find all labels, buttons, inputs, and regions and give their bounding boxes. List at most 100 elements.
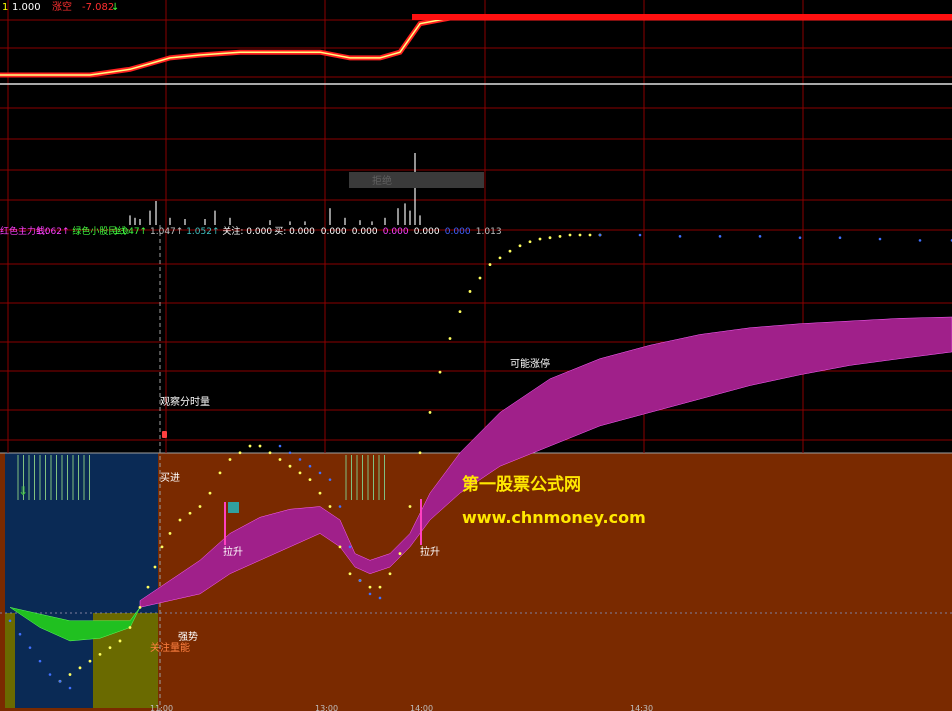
blue-dot [378,596,382,600]
yellow-dot [498,256,502,260]
x-tick-label: 13:00 [315,704,338,711]
yellow-dot [448,337,452,340]
yellow-dot [146,585,150,589]
top-label-prefix: 1 [2,2,8,13]
header-item: 0.000 [445,227,471,237]
yellow-dot [178,518,182,522]
yellow-dot [528,240,532,244]
blue-dot [328,478,332,481]
yellow-dot [298,471,302,475]
header-item: 1.047↑ [150,227,183,237]
top-label-value2: -7.082 [82,2,114,13]
watermark-url: www.chnmoney.com [462,508,646,527]
yellow-dot [558,234,562,238]
yellow-dot [118,639,122,643]
annotation-pull-up-1: 拉升 [223,545,243,558]
yellow-dot [378,585,382,589]
yellow-dot [308,478,312,482]
header-item: 1.062↑ [36,227,69,237]
yellow-dot [248,444,252,448]
yellow-dot [548,236,552,240]
yellow-dot [128,626,132,629]
indicator-header: 红色主力线:1.062↑ 绿色小股民线:1.047↑ 1.047↑ 1.052↑ 关注:… [0,225,502,237]
blue-dot [918,239,922,242]
volume-bars-layer [129,153,421,225]
yellow-dot [458,310,462,314]
header-item: 0.000 [383,227,409,237]
yellow-dot [168,532,172,535]
yellow-dot [318,491,322,495]
blue-dot [348,545,352,549]
yellow-dot [478,276,482,280]
yellow-dot [98,652,102,656]
bg-blue-zone [5,453,158,613]
price-line-red [0,15,952,78]
yellow-dot [388,572,392,576]
yellow-dot [188,511,192,515]
yellow-dot [508,249,512,253]
blue-dot [278,444,282,448]
yellow-dot [218,471,222,475]
yellow-dot [78,666,82,670]
down-arrow-icon: ⇓ [18,484,28,498]
blue-dot [718,235,722,238]
yellow-dot [398,552,402,555]
annotation-observe: 观察分时量 [160,395,210,408]
header-item: 1.047↑ [114,227,147,237]
intraday-chart[interactable]: 1 1.000 涨空 -7.082 ↓ 拒绝 红色主力线:1.062↑ 绿色小股民… [0,0,952,711]
yellow-dot [408,505,412,508]
annotation-pull-up-2: 拉升 [420,545,440,558]
house-icon [228,502,239,513]
header-item: 1.013 [476,227,502,237]
blue-dot [58,679,62,683]
header-item: 关注: 0.000 [222,225,272,237]
header-item: 1.052↑ [186,227,219,237]
yellow-dot [138,605,142,609]
blue-dot [638,233,642,237]
yellow-dot [153,565,157,569]
annotation-limit-up: 可能涨停 [510,357,550,370]
blue-dot [358,579,362,582]
annotation-buy-in: 买进 [160,472,180,484]
blue-dot [338,505,342,508]
top-label-value: 1.000 [12,2,41,13]
bg-olive-zone-left [5,613,15,708]
yellow-dot [348,572,352,576]
blue-dot [28,646,32,649]
yellow-dot [208,491,212,495]
yellow-dot [228,458,232,461]
header-item: 0.000 [321,227,347,237]
blue-dot [48,673,52,676]
blue-dot [308,464,312,468]
yellow-dot [518,244,522,248]
volume-tooltip-text: 拒绝 [372,174,392,187]
blue-dot [878,237,882,241]
yellow-dot [368,585,372,589]
yellow-dot [578,233,582,237]
yellow-dot [418,451,422,455]
blue-dot [758,235,762,238]
price-line-layer [0,14,952,78]
yellow-dot [160,545,164,549]
yellow-dot [258,444,262,448]
yellow-dot [568,233,572,237]
watermark-title: 第一股票公式网 [462,474,581,495]
yellow-dot [268,451,272,455]
blue-dot [318,471,322,475]
header-item: 0.000 [352,227,378,237]
yellow-dot [288,464,292,468]
observe-marker-icon [162,431,167,438]
blue-dot [8,619,12,623]
yellow-dot [68,673,72,676]
volume-tooltip-box [349,172,484,188]
blue-dot [18,632,22,636]
x-tick-label: 11:00 [150,704,173,711]
header-item: 买: 0.000 [274,226,315,237]
yellow-dot [338,545,342,549]
yellow-dot [198,505,202,508]
yellow-dot [428,411,432,414]
blue-dot [798,236,802,239]
header-item: 0.000 [414,227,440,237]
x-tick-label: 14:30 [630,704,653,711]
x-tick-label: 14:00 [410,704,433,711]
